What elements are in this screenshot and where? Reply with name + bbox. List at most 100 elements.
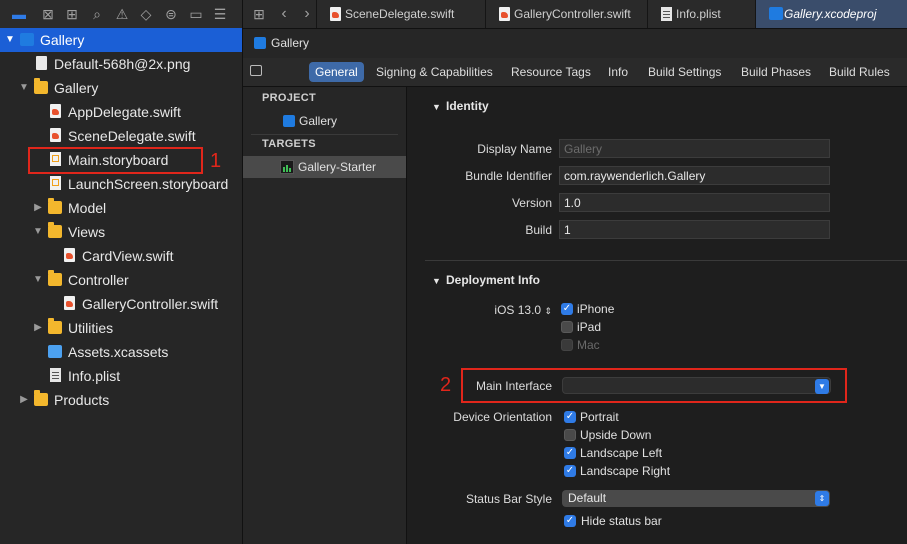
display-name-label: Display Name	[477, 142, 552, 156]
project-item[interactable]: Gallery	[243, 110, 406, 132]
checkbox-label: iPad	[577, 320, 602, 334]
landscape-left-checkbox[interactable]: ✓	[564, 447, 576, 459]
portrait-checkbox[interactable]: ✓	[564, 411, 576, 423]
report-icon[interactable]: ☰	[212, 6, 228, 22]
back-chevron-icon[interactable]: ‹	[276, 6, 292, 22]
section-tab-resource-tags[interactable]: Resource Tags	[505, 62, 597, 82]
landscape-right-checkbox[interactable]: ✓	[564, 465, 576, 477]
status-bar-style-popup[interactable]: Default ⇕	[562, 490, 830, 507]
tree-item-label: AppDelegate.swift	[68, 104, 181, 120]
targets-header: TARGETS	[262, 138, 316, 150]
divider	[425, 260, 907, 261]
warning-icon[interactable]: ⚠	[114, 6, 130, 22]
tree-item[interactable]: Assets.xcassets	[0, 340, 242, 364]
debug-icon[interactable]: ⊜	[163, 6, 179, 22]
folder-icon	[34, 390, 48, 406]
checkbox-label: Mac	[577, 338, 600, 352]
tree-item-label: GalleryController.swift	[82, 296, 219, 312]
chevron-down-icon[interactable]: ▼	[815, 379, 829, 394]
device-orientation-label: Device Orientation	[453, 410, 552, 424]
tree-item[interactable]: AppDelegate.swift	[0, 100, 242, 124]
section-tab-build-settings[interactable]: Build Settings	[642, 62, 727, 82]
symbol-icon[interactable]: ⊞	[64, 6, 80, 22]
tree-item[interactable]: LaunchScreen.storyboard	[0, 172, 242, 196]
image-file-icon	[36, 56, 47, 70]
tree-item[interactable]: SceneDelegate.swift	[0, 124, 242, 148]
tree-item[interactable]: ▼ Controller	[0, 268, 242, 292]
forward-chevron-icon[interactable]: ›	[299, 6, 315, 22]
plist-file-icon	[661, 7, 672, 21]
identity-header[interactable]: ▼ Identity	[432, 99, 489, 113]
sidebar-toggle-icon[interactable]	[250, 65, 262, 76]
checkbox-label: Portrait	[580, 410, 619, 424]
deployment-header-label: Deployment Info	[446, 273, 541, 287]
grid-icon[interactable]: ⊞	[251, 6, 267, 22]
tree-item[interactable]: Info.plist	[0, 364, 242, 388]
disclosure-open-icon[interactable]: ▼	[18, 76, 30, 100]
swift-file-icon	[64, 248, 75, 262]
section-tab-build-rules[interactable]: Build Rules	[823, 62, 896, 82]
tree-item[interactable]: CardView.swift	[0, 244, 242, 268]
tree-item[interactable]: Default-568h@2x.png	[0, 52, 242, 76]
ipad-checkbox[interactable]	[561, 321, 573, 333]
folder-icon	[48, 318, 62, 334]
ios-version-popup[interactable]: iOS 13.0 ⇕	[407, 303, 552, 317]
updown-chevron-icon: ⇕	[815, 491, 829, 506]
swift-file-icon	[330, 7, 341, 21]
source-control-icon[interactable]: ⊠	[40, 6, 56, 22]
breakpoint-icon[interactable]: ▭	[188, 6, 204, 22]
disclosure-open-icon[interactable]: ▼	[4, 28, 16, 52]
bundle-id-label: Bundle Identifier	[465, 169, 552, 183]
tree-item[interactable]: ▶ Utilities	[0, 316, 242, 340]
build-field[interactable]: 1	[559, 220, 830, 239]
section-tab-signing-capabilities[interactable]: Signing & Capabilities	[370, 62, 499, 82]
status-bar-style-value: Default	[568, 491, 607, 505]
checkbox-label: Upside Down	[580, 428, 652, 442]
section-tab-info[interactable]: Info	[602, 62, 634, 82]
project-header: PROJECT	[262, 92, 317, 104]
tree-item[interactable]: ▼ Gallery	[0, 28, 242, 52]
bundle-id-field[interactable]: com.raywenderlich.Gallery	[559, 166, 830, 185]
target-item[interactable]: Gallery-Starter	[243, 156, 406, 178]
disclosure-open-icon[interactable]: ▼	[32, 220, 44, 244]
folder-icon[interactable]: ▬	[11, 6, 27, 22]
disclosure-open-icon[interactable]: ▼	[32, 268, 44, 292]
upside-down-checkbox[interactable]	[564, 429, 576, 441]
disclosure-closed-icon[interactable]: ▶	[32, 316, 44, 340]
section-tab-general[interactable]: General	[309, 62, 364, 82]
checkbox-label: iPhone	[577, 302, 615, 316]
deployment-header[interactable]: ▼ Deployment Info	[432, 273, 540, 287]
main-interface-combo[interactable]: ▼	[562, 377, 831, 394]
swift-file-icon	[50, 128, 61, 142]
disclosure-open-icon: ▼	[432, 102, 441, 112]
tree-item[interactable]: ▼ Gallery	[0, 76, 242, 100]
tab-gallerycontroller-swift[interactable]: GalleryController.swift	[485, 0, 647, 28]
tab-gallery-xcodeproj[interactable]: Gallery.xcodeproj	[755, 0, 907, 28]
search-icon[interactable]: ⌕	[89, 6, 105, 22]
tree-item[interactable]: ▶ Model	[0, 196, 242, 220]
tab-label: SceneDelegate.swift	[345, 7, 455, 21]
section-tab-build-phases[interactable]: Build Phases	[735, 62, 817, 82]
hide-status-bar-checkbox[interactable]: ✓	[564, 515, 576, 527]
tab-info-plist[interactable]: Info.plist	[647, 0, 755, 28]
tree-item[interactable]: ▼ Views	[0, 220, 242, 244]
display-name-field[interactable]: Gallery	[559, 139, 830, 158]
tree-item-label: CardView.swift	[82, 248, 174, 264]
project-icon	[769, 7, 783, 20]
version-field[interactable]: 1.0	[559, 193, 830, 212]
iphone-checkbox[interactable]: ✓	[561, 303, 573, 315]
editor-tab-bar: ⊞ ‹ › SceneDelegate.swift GalleryControll…	[243, 0, 907, 29]
tab-scenedelegate-swift[interactable]: SceneDelegate.swift	[316, 0, 485, 28]
tree-item-label: Products	[54, 392, 110, 408]
jumpbar-label[interactable]: Gallery	[271, 36, 309, 50]
tree-item[interactable]: GalleryController.swift	[0, 292, 242, 316]
tree-item-label: Gallery	[40, 32, 85, 48]
disclosure-closed-icon[interactable]: ▶	[18, 388, 30, 412]
target-item-label: Gallery-Starter	[298, 160, 377, 174]
app-target-icon	[280, 160, 294, 174]
test-icon[interactable]: ◇	[138, 6, 154, 22]
tree-item[interactable]: ▶ Products	[0, 388, 242, 412]
editor-section-bar: General Signing & Capabilities Resource Ta…	[243, 58, 907, 87]
tab-label: GalleryController.swift	[514, 7, 631, 21]
disclosure-closed-icon[interactable]: ▶	[32, 196, 44, 220]
